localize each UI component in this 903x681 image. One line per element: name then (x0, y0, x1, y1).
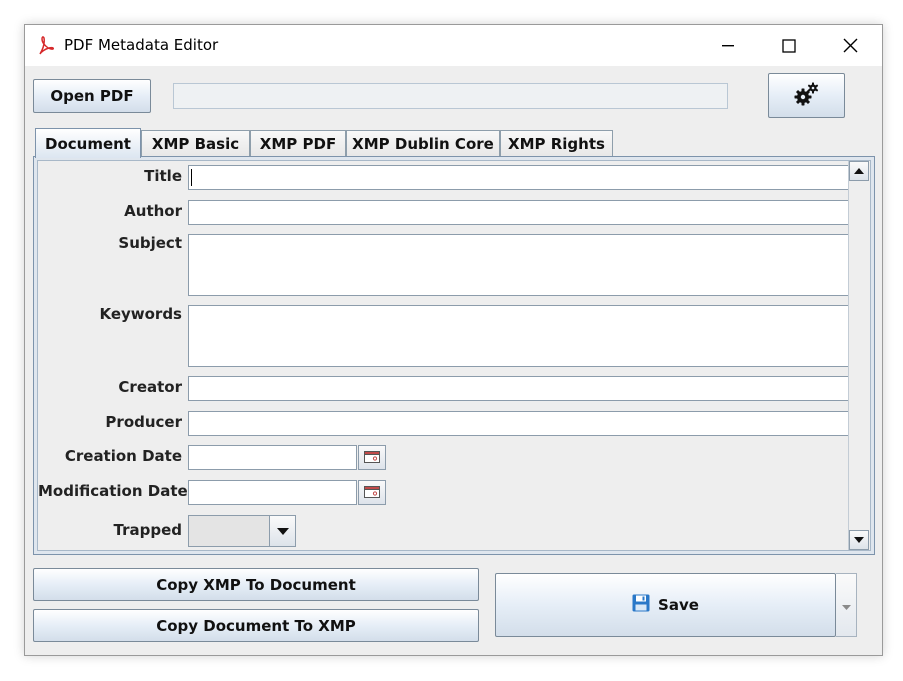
minimize-button[interactable] (705, 25, 751, 66)
floppy-disk-icon (632, 594, 650, 616)
form-scroll-area: Title Author Subject Keywords Creator Pr… (37, 160, 871, 551)
tab-xmp-dublin-core[interactable]: XMP Dublin Core (346, 130, 500, 157)
title-bar: PDF Metadata Editor (25, 25, 882, 66)
app-window: PDF Metadata Editor Open PDF Document XM… (24, 24, 883, 656)
tab-xmp-basic[interactable]: XMP Basic (141, 130, 250, 157)
creation-date-input[interactable] (188, 445, 357, 470)
modification-date-calendar-button[interactable] (358, 480, 386, 505)
calendar-icon (364, 484, 380, 502)
subject-label: Subject (118, 234, 182, 252)
creation-date-label: Creation Date (64, 447, 182, 465)
producer-label: Producer (105, 413, 182, 431)
modification-date-input[interactable] (188, 480, 357, 505)
gears-icon (793, 81, 821, 111)
creation-date-calendar-button[interactable] (358, 445, 386, 470)
maximize-button[interactable] (766, 25, 812, 66)
creator-label: Creator (118, 378, 182, 396)
scroll-up-button[interactable] (849, 161, 869, 181)
document-tab-panel: Title Author Subject Keywords Creator Pr… (33, 156, 875, 555)
trapped-label: Trapped (113, 521, 183, 539)
copy-xmp-to-document-button[interactable]: Copy XMP To Document (33, 568, 479, 601)
vertical-scrollbar[interactable] (848, 161, 869, 550)
save-options-button[interactable] (836, 573, 857, 637)
chevron-down-icon (841, 596, 851, 614)
copy-document-to-xmp-button[interactable]: Copy Document To XMP (33, 609, 479, 642)
tab-document[interactable]: Document (35, 128, 141, 158)
author-label: Author (124, 202, 182, 220)
close-button[interactable] (827, 25, 873, 66)
title-label: Title (144, 167, 182, 185)
tab-xmp-pdf[interactable]: XMP PDF (250, 130, 346, 157)
modification-date-label: Modification Date (38, 482, 188, 500)
window-title: PDF Metadata Editor (64, 36, 219, 54)
dropdown-arrow-icon[interactable] (269, 516, 295, 546)
scroll-down-button[interactable] (849, 530, 869, 550)
file-path-field (173, 83, 728, 109)
tab-xmp-rights[interactable]: XMP Rights (500, 130, 613, 157)
open-pdf-button[interactable]: Open PDF (33, 79, 151, 113)
save-button[interactable]: Save (495, 573, 836, 637)
author-input[interactable] (188, 200, 850, 225)
keywords-label: Keywords (99, 305, 182, 323)
settings-button[interactable] (768, 73, 845, 118)
producer-input[interactable] (188, 411, 850, 436)
pdf-icon (37, 36, 55, 56)
calendar-icon (364, 449, 380, 467)
trapped-select[interactable] (188, 515, 296, 547)
creator-input[interactable] (188, 376, 850, 401)
title-input[interactable] (188, 165, 850, 190)
subject-textarea[interactable] (188, 234, 850, 296)
save-label: Save (658, 596, 699, 614)
keywords-textarea[interactable] (188, 305, 850, 367)
